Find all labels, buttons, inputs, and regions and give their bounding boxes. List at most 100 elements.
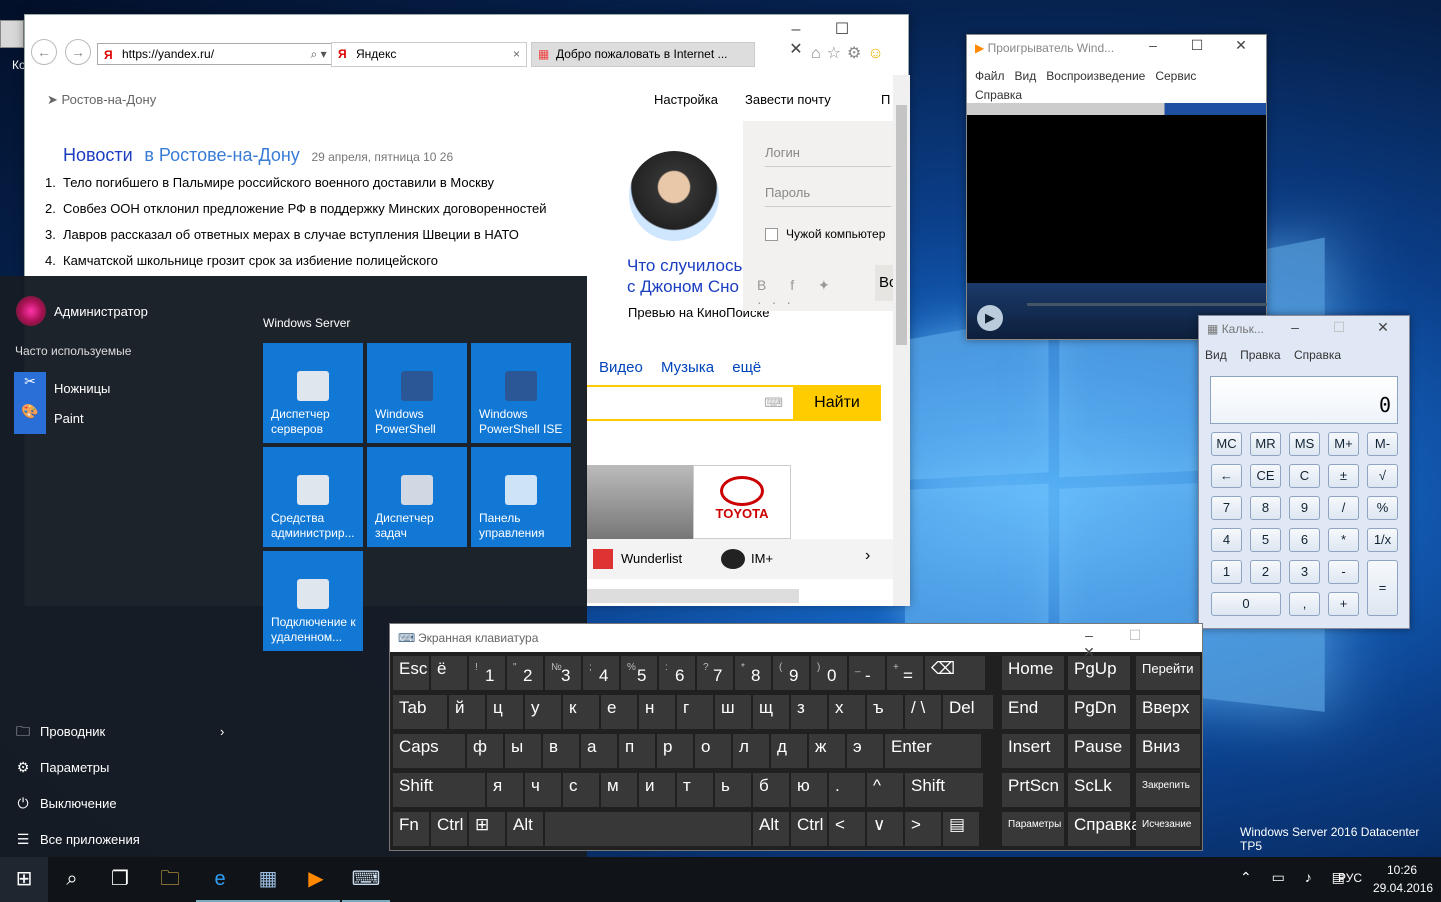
tile-remote-desktop[interactable]: Подключение к удаленном...: [263, 551, 363, 651]
tile-powershell[interactable]: Windows PowerShell: [367, 343, 467, 443]
link-settings[interactable]: Настройка: [654, 92, 718, 107]
osk-key[interactable]: ж: [809, 734, 845, 768]
calc-key[interactable]: C: [1289, 464, 1320, 488]
minimize-icon[interactable]: –: [1273, 319, 1317, 335]
osk-key[interactable]: ▤: [943, 812, 979, 846]
osk-nav-key[interactable]: PgDn: [1068, 695, 1130, 729]
osk-nav-key[interactable]: Home: [1002, 656, 1064, 690]
osk-key[interactable]: ч: [525, 773, 561, 807]
osk-nav-key[interactable]: Pause: [1068, 734, 1130, 768]
calc-equals-key[interactable]: =: [1367, 560, 1398, 616]
calc-key[interactable]: √: [1367, 464, 1398, 488]
osk-nav-key[interactable]: PgUp: [1068, 656, 1130, 690]
osk-key[interactable]: г: [677, 695, 713, 729]
osk-key[interactable]: п: [619, 734, 655, 768]
osk-key[interactable]: / \: [905, 695, 941, 729]
news-region[interactable]: в Ростове-на-Дону: [144, 145, 300, 165]
osk-key[interactable]: м: [601, 773, 637, 807]
social-icons[interactable]: B f ✦ ···: [757, 277, 893, 310]
internet-explorer-icon[interactable]: e: [196, 857, 244, 902]
file-explorer-icon[interactable]: 🗀: [146, 857, 194, 902]
osk-key[interactable]: Enter: [885, 734, 981, 768]
osk-key[interactable]: Fn: [393, 812, 429, 846]
start-all-apps[interactable]: ☰ Все приложения: [14, 830, 140, 848]
calc-key[interactable]: -: [1328, 560, 1359, 584]
osk-nav-key[interactable]: Insert: [1002, 734, 1064, 768]
promo-title[interactable]: Что случилось с Джоном Снo: [627, 255, 742, 297]
news-item[interactable]: 2. Совбез ООН отклонил предложение РФ в п…: [45, 201, 547, 227]
horizontal-scrollbar[interactable]: [585, 589, 799, 603]
osk-key[interactable]: ? 7: [697, 656, 733, 690]
minimize-icon[interactable]: –: [773, 21, 819, 39]
osk-key[interactable]: ю: [791, 773, 827, 807]
osk-key[interactable]: ) 0: [811, 656, 847, 690]
osk-key[interactable]: Tab: [393, 695, 447, 729]
calc-key[interactable]: 6: [1289, 528, 1320, 552]
osk-key[interactable]: ⌫: [925, 656, 985, 690]
osk-key[interactable]: * 8: [735, 656, 771, 690]
osk-key[interactable]: в: [543, 734, 579, 768]
osk-nav-key[interactable]: Исчезание: [1136, 812, 1200, 846]
osk-nav-key[interactable]: PrtScn: [1002, 773, 1064, 807]
menu-view[interactable]: Вид: [1205, 348, 1227, 362]
on-screen-keyboard-icon[interactable]: ⌨: [342, 857, 390, 902]
osk-key[interactable]: Ctrl: [431, 812, 467, 846]
calc-key[interactable]: 1/x: [1367, 528, 1398, 552]
calc-key[interactable]: 5: [1250, 528, 1281, 552]
menu-playback[interactable]: Воспроизведение: [1046, 69, 1145, 83]
password-field[interactable]: Пароль: [765, 185, 891, 207]
tile-powershell-ise[interactable]: Windows PowerShell ISE: [471, 343, 571, 443]
start-explorer[interactable]: 🗀 Проводник ›: [14, 722, 224, 740]
service-more[interactable]: ещё: [732, 359, 761, 376]
login-button[interactable]: Во: [875, 265, 893, 301]
osk-key[interactable]: б: [753, 773, 789, 807]
calc-key[interactable]: /: [1328, 496, 1359, 520]
osk-nav-key[interactable]: Параметры: [1002, 812, 1064, 846]
close-icon[interactable]: ✕: [1361, 319, 1405, 336]
app-paint[interactable]: 🎨 Paint: [14, 402, 84, 434]
maximize-icon[interactable]: ☐: [1175, 37, 1219, 54]
tile-control-panel[interactable]: Панель управления: [471, 447, 571, 547]
calc-key[interactable]: MS: [1289, 432, 1320, 456]
osk-key[interactable]: ∨: [867, 812, 903, 846]
toyota-ad[interactable]: TOYOTA: [693, 465, 791, 539]
osk-key[interactable]: т: [677, 773, 713, 807]
osk-key[interactable]: щ: [753, 695, 789, 729]
calc-key[interactable]: M+: [1328, 432, 1359, 456]
osk-key[interactable]: ⊞: [469, 812, 505, 846]
service-video[interactable]: Видео: [599, 359, 643, 376]
osk-nav-key[interactable]: Закрепить: [1136, 773, 1200, 807]
calc-key[interactable]: 8: [1250, 496, 1281, 520]
osk-key[interactable]: ш: [715, 695, 751, 729]
osk-key[interactable]: к: [563, 695, 599, 729]
clock-time[interactable]: 10:26: [1387, 863, 1417, 877]
menu-view[interactable]: Вид: [1015, 69, 1037, 83]
media-player-window[interactable]: ▶ Проигрыватель Wind... – ☐ ✕ Файл Вид Вос…: [966, 34, 1267, 340]
back-icon[interactable]: ←: [31, 39, 57, 65]
osk-nav-key[interactable]: Вверх: [1136, 695, 1200, 729]
minimize-icon[interactable]: –: [1131, 37, 1175, 53]
calc-key[interactable]: MR: [1250, 432, 1281, 456]
osk-key[interactable]: ; 4: [583, 656, 619, 690]
seek-bar[interactable]: [1027, 303, 1267, 306]
osk-key[interactable]: " 2: [507, 656, 543, 690]
task-view-icon[interactable]: ❐: [96, 857, 144, 902]
osk-key[interactable]: с: [563, 773, 599, 807]
osk-nav-key[interactable]: ScLk: [1068, 773, 1130, 807]
input-language[interactable]: РУС: [1338, 871, 1362, 885]
app-wunderlist[interactable]: Wunderlist: [621, 551, 682, 566]
calc-key[interactable]: %: [1367, 496, 1398, 520]
osk-key[interactable]: Alt: [507, 812, 543, 846]
calc-key[interactable]: 0: [1211, 592, 1281, 616]
osk-key[interactable]: о: [695, 734, 731, 768]
osk-key[interactable]: и: [639, 773, 675, 807]
login-field[interactable]: Логин: [765, 145, 891, 167]
news-item[interactable]: 1. Тело погибшего в Пальмире российского …: [45, 175, 547, 201]
osk-nav-key[interactable]: Справка: [1068, 812, 1141, 846]
calc-key[interactable]: ±: [1328, 464, 1359, 488]
osk-key[interactable]: я: [487, 773, 523, 807]
space-key[interactable]: [545, 812, 751, 846]
news-title[interactable]: Новости: [63, 145, 133, 165]
osk-key[interactable]: ь: [715, 773, 751, 807]
start-settings[interactable]: ⚙ Параметры: [14, 758, 110, 776]
